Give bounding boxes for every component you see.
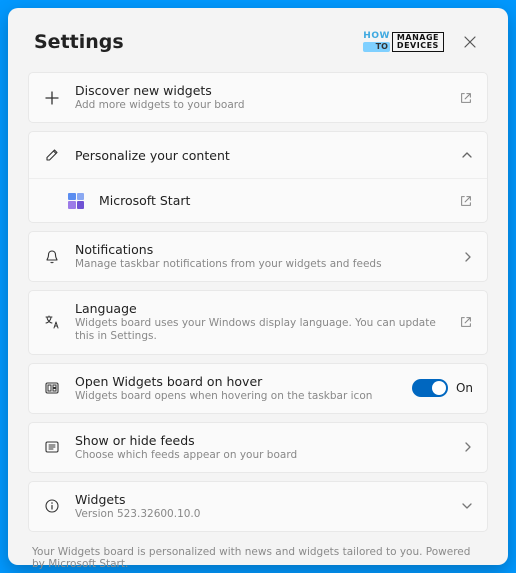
row-text: Personalize your content [75,148,449,163]
row-title: Widgets [75,492,449,507]
logo-text-devices: DEVICES [397,42,439,50]
card-open-on-hover: Open Widgets board on hover Widgets boar… [28,363,488,414]
header-right: HOW TO MANAGE DEVICES [363,30,482,54]
feeds-icon [41,436,63,458]
pencil-icon [41,144,63,166]
row-title: Discover new widgets [75,83,447,98]
open-external-icon [459,91,473,105]
row-text: Widgets Version 523.32600.10.0 [75,492,449,521]
row-discover-widgets[interactable]: Discover new widgets Add more widgets to… [29,73,487,122]
row-show-hide-feeds[interactable]: Show or hide feeds Choose which feeds ap… [29,423,487,472]
toggle-group: On [412,379,473,397]
row-text: Language Widgets board uses your Windows… [75,301,447,343]
row-subtitle: Widgets board uses your Windows display … [75,317,447,343]
row-subtitle: Manage taskbar notifications from your w… [75,258,451,271]
settings-panel: Settings HOW TO MANAGE DEVICES [8,8,508,565]
close-button[interactable] [458,30,482,54]
language-icon [41,311,63,333]
row-subtitle: Choose which feeds appear on your board [75,449,451,462]
open-external-icon [459,194,473,208]
chevron-up-icon [461,149,473,161]
row-title: Show or hide feeds [75,433,451,448]
row-text: Show or hide feeds Choose which feeds ap… [75,433,451,462]
chevron-down-icon [461,500,473,512]
row-text: Open Widgets board on hover Widgets boar… [75,374,400,403]
row-subtitle: Add more widgets to your board [75,99,447,112]
row-subtitle: Version 523.32600.10.0 [75,508,449,521]
footer-note: Your Widgets board is personalized with … [28,540,488,570]
logo-text-how: HOW [363,32,390,41]
close-icon [464,36,476,48]
row-text: Notifications Manage taskbar notificatio… [75,242,451,271]
logo-text-to: TO [363,42,390,52]
header-bar: Settings HOW TO MANAGE DEVICES [28,30,488,54]
row-language[interactable]: Language Widgets board uses your Windows… [29,291,487,353]
open-external-icon [459,315,473,329]
card-personalize: Personalize your content Microsoft Start [28,131,488,223]
hover-toggle[interactable] [412,379,448,397]
hover-board-icon [41,377,63,399]
row-text: Microsoft Start [99,193,447,208]
card-discover: Discover new widgets Add more widgets to… [28,72,488,123]
row-widgets-version[interactable]: Widgets Version 523.32600.10.0 [29,482,487,531]
row-title: Notifications [75,242,451,257]
row-open-on-hover: Open Widgets board on hover Widgets boar… [29,364,487,413]
row-title: Microsoft Start [99,193,447,208]
plus-icon [41,87,63,109]
page-title: Settings [34,31,124,53]
card-widgets-version: Widgets Version 523.32600.10.0 [28,481,488,532]
row-personalize-content[interactable]: Personalize your content [29,132,487,178]
toggle-state-label: On [456,381,473,395]
card-notifications: Notifications Manage taskbar notificatio… [28,231,488,282]
chevron-right-icon [463,251,473,263]
row-subtitle: Widgets board opens when hovering on the… [75,390,400,403]
card-language: Language Widgets board uses your Windows… [28,290,488,354]
row-notifications[interactable]: Notifications Manage taskbar notificatio… [29,232,487,281]
row-title: Personalize your content [75,148,449,163]
row-title: Open Widgets board on hover [75,374,400,389]
card-feeds: Show or hide feeds Choose which feeds ap… [28,422,488,473]
howto-manage-devices-logo: HOW TO MANAGE DEVICES [363,32,444,52]
chevron-right-icon [463,441,473,453]
row-text: Discover new widgets Add more widgets to… [75,83,447,112]
microsoft-start-icon [65,190,87,212]
info-icon [41,495,63,517]
row-microsoft-start[interactable]: Microsoft Start [29,178,487,222]
row-title: Language [75,301,447,316]
bell-icon [41,246,63,268]
